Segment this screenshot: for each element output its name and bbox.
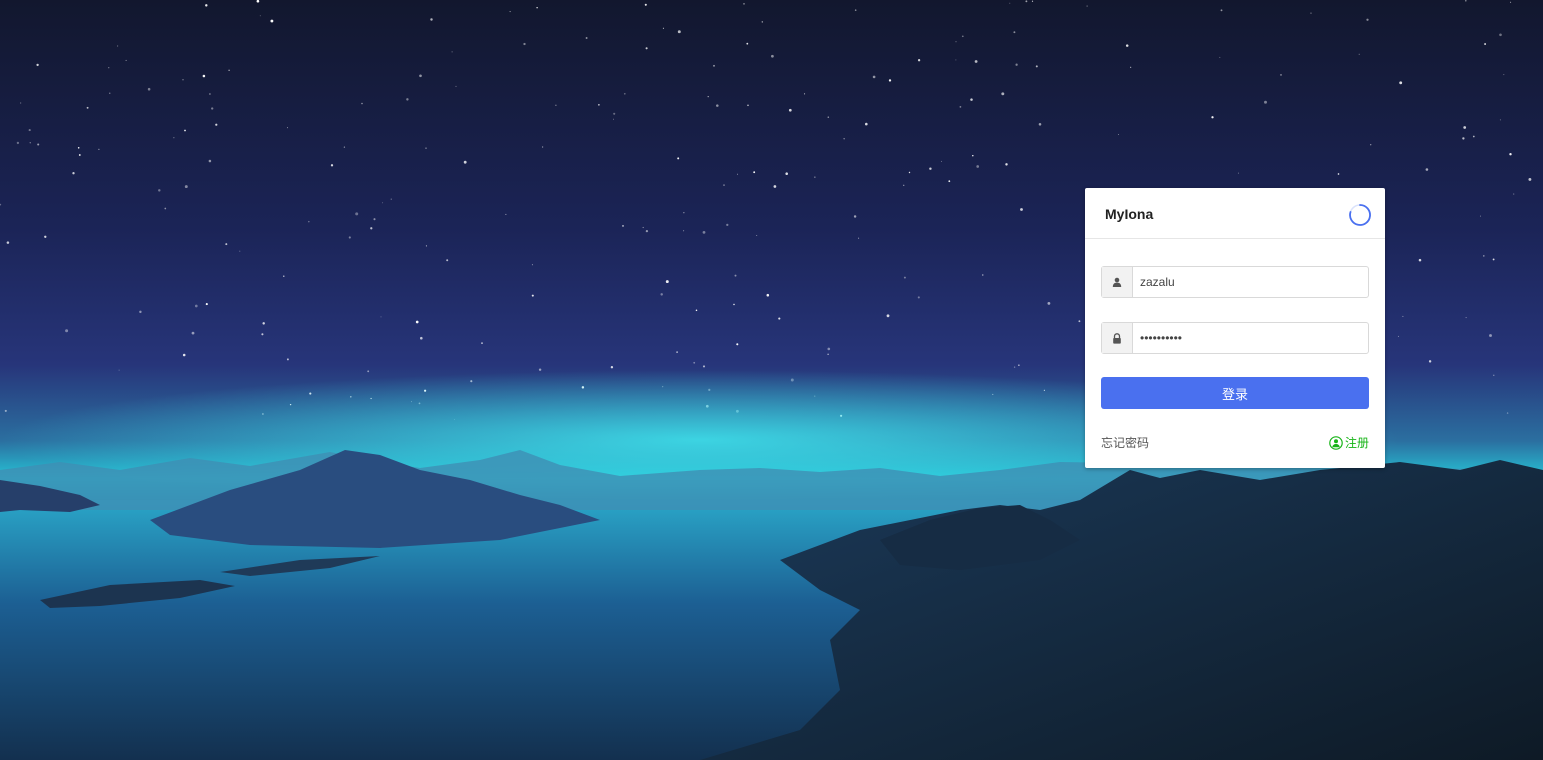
login-panel: MyIona 登录 忘记密码 注册 — [1085, 188, 1385, 468]
password-input[interactable] — [1133, 323, 1368, 353]
register-link[interactable]: 注册 — [1329, 434, 1369, 451]
username-input[interactable] — [1133, 267, 1368, 297]
user-icon — [1102, 267, 1133, 297]
password-field — [1101, 322, 1369, 354]
user-circle-icon — [1329, 435, 1343, 450]
register-label: 注册 — [1344, 436, 1369, 450]
loading-spinner-icon — [1349, 204, 1371, 226]
brand-title: MyIona — [1105, 206, 1154, 222]
login-button[interactable]: 登录 — [1101, 377, 1369, 409]
lock-icon — [1102, 323, 1133, 353]
forgot-password-link[interactable]: 忘记密码 — [1101, 434, 1149, 451]
panel-header: MyIona — [1085, 188, 1385, 239]
username-field — [1101, 266, 1369, 298]
